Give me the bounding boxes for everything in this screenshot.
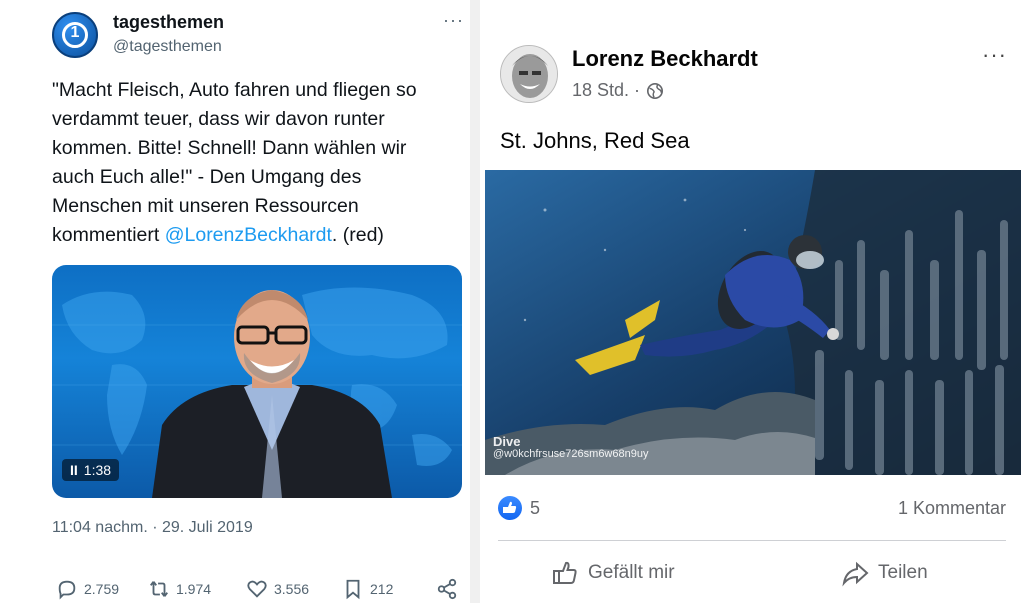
dive-watermark: Dive @w0kchfrsuse726sm6w68n9uy [493,435,648,461]
lorenz-avatar[interactable] [500,45,558,103]
reply-button[interactable]: 2.759 [56,578,119,600]
fb-share-label: Teilen [878,562,928,583]
tweet-video[interactable]: II 1:38 [52,265,462,498]
tweet-action-bar: 2.759 1.974 3.556 212 [52,578,462,603]
share-arrow-icon [842,561,869,587]
fb-post-text: St. Johns, Red Sea [500,128,690,153]
watermark-brand: Dive [493,434,521,449]
tweet-timestamp[interactable]: 11:04 nachm. · 29. Juli 2019 [52,519,253,537]
retweet-icon [150,581,168,597]
video-time-label: 1:38 [83,462,112,478]
like-reaction-icon[interactable] [498,496,522,520]
retweet-count: 1.974 [176,581,212,597]
fb-like-count[interactable]: 5 [530,498,540,519]
profile-photo [501,46,557,102]
panel-divider [470,0,480,603]
share-icon [437,578,457,600]
watermark-handle: @w0kchfrsuse726sm6w68n9uy [493,448,649,460]
fb-share-button[interactable]: Teilen [840,558,928,588]
logo-glyph: 1 [70,24,80,41]
tweet-more-icon[interactable]: ··· [443,10,464,31]
tweet-mention-link[interactable]: @LorenzBeckhardt [165,224,332,246]
pause-icon[interactable]: II [70,462,78,478]
heart-icon [247,580,267,598]
diver-image [485,170,1021,475]
share-button[interactable] [436,578,458,600]
bookmark-count: 212 [370,581,394,597]
presenter-image [152,290,392,498]
fb-author-name[interactable]: Lorenz Beckhardt [572,46,758,72]
like-button[interactable]: 3.556 [246,578,309,600]
fb-like-button[interactable]: Gefällt mir [550,558,675,588]
tweet-author-name[interactable]: tagesthemen [113,12,224,33]
fb-post-photo[interactable]: Dive @w0kchfrsuse726sm6w68n9uy [485,170,1021,475]
tweet-text: "Macht Fleisch, Auto fahren und fliegen … [52,76,452,250]
tagesthemen-avatar[interactable]: 1 [52,12,98,58]
thumbs-up-icon [553,561,577,584]
bookmark-icon [346,579,360,600]
fb-more-icon[interactable]: ··· [982,42,1007,68]
thumbs-up-badge-icon [503,501,517,513]
facebook-post-card: Lorenz Beckhardt 18 Std. · ··· St. Johns… [480,18,1023,603]
globe-icon [647,82,664,99]
tweet-author-handle[interactable]: @tagesthemen [113,38,222,56]
fb-comment-count[interactable]: 1 Kommentar [898,498,1006,519]
video-duration[interactable]: II 1:38 [62,459,120,481]
bookmark-button[interactable]: 212 [342,578,393,600]
fb-post-time[interactable]: 18 Std. · [572,80,640,101]
tweet-text-body: "Macht Fleisch, Auto fahren und fliegen … [52,79,417,246]
fb-separator [498,540,1006,541]
fb-post-meta: 18 Std. · [572,80,664,101]
reply-icon [58,580,76,600]
fb-reactions-row: 5 1 Kommentar [498,496,1006,522]
tweet-card: 1 tagesthemen @tagesthemen ··· "Macht Fl… [0,0,470,603]
retweet-button[interactable]: 1.974 [148,578,211,600]
fb-like-label: Gefällt mir [588,562,675,583]
reply-count: 2.759 [84,581,120,597]
tweet-text-tail: . (red) [331,224,384,246]
like-count: 3.556 [274,581,310,597]
